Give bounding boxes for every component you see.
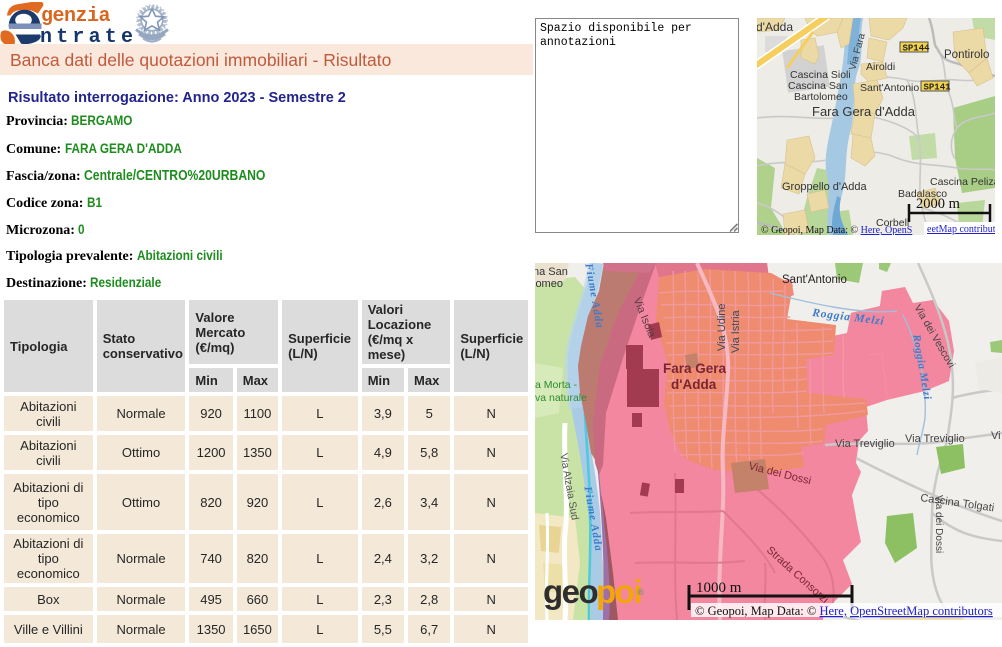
svg-text:eetMap contributor: eetMap contributor (927, 224, 995, 235)
svg-text:Groppello d'Adda: Groppello d'Adda (782, 181, 868, 193)
svg-text:Bartolomeo: Bartolomeo (794, 91, 848, 103)
svg-text:®: ® (637, 587, 644, 598)
svg-text:lomeo: lomeo (535, 278, 563, 290)
svg-text:geo: geo (543, 573, 598, 610)
svg-text:Airoldi: Airoldi (866, 61, 895, 73)
svg-text:© Geopoi, Map Data: © Here, Op: © Geopoi, Map Data: © Here, OpenStreetMa… (695, 604, 993, 618)
svg-text:Pontirolo: Pontirolo (944, 49, 989, 61)
svg-text:na San: na San (535, 266, 568, 278)
svg-text:Fara Gera: Fara Gera (663, 361, 727, 376)
svg-text:Via Udine: Via Udine (716, 304, 728, 352)
svg-text:Vi: Vi (991, 430, 1001, 442)
svg-text:Fara Gera d'Adda: Fara Gera d'Adda (812, 104, 916, 119)
svg-text:Sant'Antonio: Sant'Antonio (860, 82, 919, 94)
svg-text:SP144: SP144 (903, 44, 931, 54)
svg-text:1000 m: 1000 m (696, 580, 742, 596)
svg-text:va naturale: va naturale (535, 392, 587, 404)
svg-text:Via dei Dossi: Via dei Dossi (933, 495, 944, 553)
svg-text:d'Adda: d'Adda (757, 20, 793, 34)
svg-text:Sant'Antonio: Sant'Antonio (782, 274, 847, 286)
svg-text:a Morta -: a Morta - (535, 379, 578, 391)
svg-text:genzia: genzia (41, 5, 111, 28)
svg-text:Via Istria: Via Istria (730, 310, 742, 353)
svg-text:© Geopoi, Map Data: © Here, Op: © Geopoi, Map Data: © Here, OpenS (761, 225, 912, 235)
svg-text:ntrate: ntrate (40, 26, 137, 46)
svg-text:d'Adda: d'Adda (671, 377, 717, 392)
svg-text:poi: poi (596, 573, 641, 610)
svg-text:Cascina Peliza: Cascina Peliza (930, 176, 995, 188)
svg-text:2000 m: 2000 m (916, 196, 961, 212)
svg-text:Via Treviglio: Via Treviglio (835, 438, 895, 450)
svg-text:Via Treviglio: Via Treviglio (905, 433, 965, 445)
svg-text:SP141: SP141 (924, 83, 952, 93)
